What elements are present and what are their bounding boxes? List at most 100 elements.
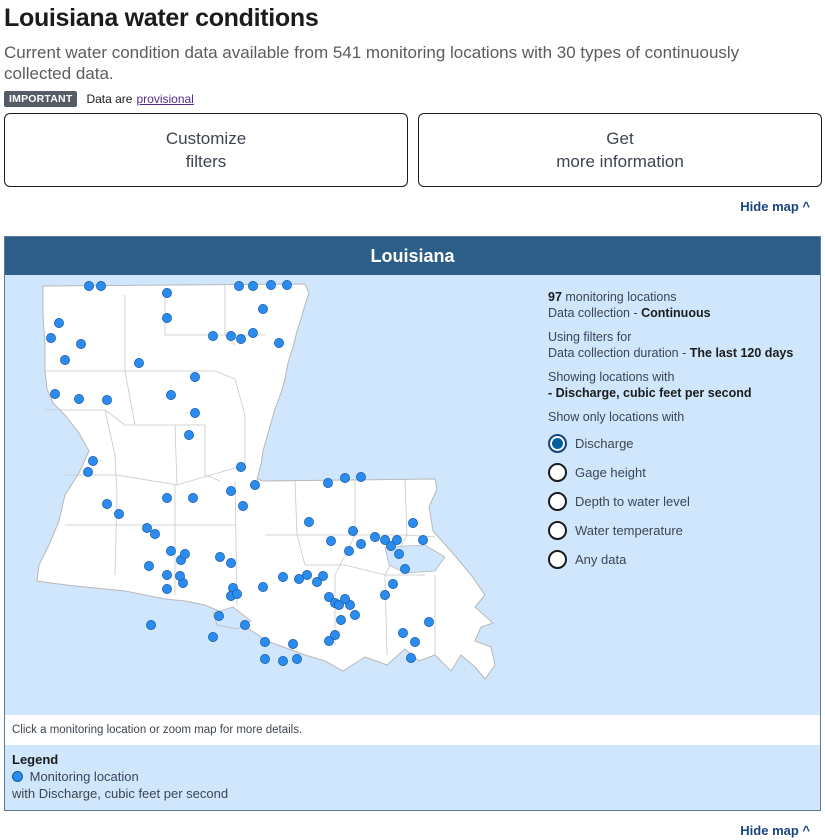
monitoring-location-marker[interactable] — [388, 579, 398, 589]
monitoring-location-marker[interactable] — [83, 467, 93, 477]
monitoring-location-marker[interactable] — [234, 281, 244, 291]
louisiana-map[interactable] — [5, 275, 535, 715]
monitoring-location-marker[interactable] — [323, 478, 333, 488]
monitoring-location-marker[interactable] — [350, 610, 360, 620]
monitoring-location-marker[interactable] — [424, 617, 434, 627]
monitoring-location-marker[interactable] — [134, 358, 144, 368]
monitoring-location-marker[interactable] — [340, 594, 350, 604]
radio-gage-height[interactable]: Gage height — [548, 458, 820, 487]
monitoring-location-marker[interactable] — [274, 338, 284, 348]
monitoring-location-marker[interactable] — [240, 620, 250, 630]
radio-depth-to-water-level[interactable]: Depth to water level — [548, 487, 820, 516]
monitoring-location-marker[interactable] — [180, 549, 190, 559]
radio-water-temperature[interactable]: Water temperature — [548, 516, 820, 545]
monitoring-location-marker[interactable] — [380, 590, 390, 600]
monitoring-location-marker[interactable] — [162, 313, 172, 323]
monitoring-location-marker[interactable] — [398, 628, 408, 638]
monitoring-location-marker[interactable] — [238, 501, 248, 511]
monitoring-location-marker[interactable] — [96, 281, 106, 291]
monitoring-location-marker[interactable] — [232, 589, 242, 599]
monitoring-location-marker[interactable] — [76, 339, 86, 349]
monitoring-location-marker[interactable] — [46, 333, 56, 343]
monitoring-location-marker[interactable] — [236, 334, 246, 344]
more-information-button[interactable]: Get more information — [418, 113, 822, 187]
monitoring-location-marker[interactable] — [236, 462, 246, 472]
monitoring-location-marker[interactable] — [54, 318, 64, 328]
monitoring-location-marker[interactable] — [150, 529, 160, 539]
monitoring-location-marker[interactable] — [410, 637, 420, 647]
monitoring-location-marker[interactable] — [250, 480, 260, 490]
monitoring-location-marker[interactable] — [208, 331, 218, 341]
monitoring-location-marker[interactable] — [248, 281, 258, 291]
customize-filters-button[interactable]: Customize filters — [4, 113, 408, 187]
monitoring-location-marker[interactable] — [330, 630, 340, 640]
provisional-link[interactable]: provisional — [136, 92, 193, 106]
radio-button[interactable] — [548, 521, 567, 540]
monitoring-location-marker[interactable] — [288, 639, 298, 649]
monitoring-location-marker[interactable] — [166, 390, 176, 400]
monitoring-location-marker[interactable] — [208, 632, 218, 642]
hide-map-link-bottom[interactable]: Hide map ^ — [740, 823, 810, 838]
monitoring-location-marker[interactable] — [175, 571, 185, 581]
monitoring-location-marker[interactable] — [142, 523, 152, 533]
monitoring-location-marker[interactable] — [258, 582, 268, 592]
monitoring-location-marker[interactable] — [162, 584, 172, 594]
monitoring-location-marker[interactable] — [260, 637, 270, 647]
monitoring-location-marker[interactable] — [146, 620, 156, 630]
monitoring-location-marker[interactable] — [292, 654, 302, 664]
radio-button[interactable] — [548, 463, 567, 482]
monitoring-location-marker[interactable] — [190, 372, 200, 382]
monitoring-location-marker[interactable] — [278, 572, 288, 582]
monitoring-location-marker[interactable] — [304, 517, 314, 527]
monitoring-location-marker[interactable] — [188, 493, 198, 503]
monitoring-location-marker[interactable] — [226, 486, 236, 496]
monitoring-location-marker[interactable] — [226, 558, 236, 568]
monitoring-location-marker[interactable] — [84, 281, 94, 291]
monitoring-location-marker[interactable] — [258, 304, 268, 314]
monitoring-location-marker[interactable] — [370, 532, 380, 542]
monitoring-location-marker[interactable] — [326, 536, 336, 546]
map-area[interactable]: 97 monitoring locations Data collection … — [5, 275, 820, 715]
monitoring-location-marker[interactable] — [226, 331, 236, 341]
monitoring-location-marker[interactable] — [214, 611, 224, 621]
monitoring-location-marker[interactable] — [418, 535, 428, 545]
monitoring-location-marker[interactable] — [408, 518, 418, 528]
radio-button-checked[interactable] — [548, 434, 567, 453]
monitoring-location-marker[interactable] — [60, 355, 70, 365]
monitoring-location-marker[interactable] — [394, 549, 404, 559]
monitoring-location-marker[interactable] — [162, 288, 172, 298]
monitoring-location-marker[interactable] — [336, 615, 346, 625]
monitoring-location-marker[interactable] — [248, 328, 258, 338]
monitoring-location-marker[interactable] — [400, 564, 410, 574]
monitoring-location-marker[interactable] — [278, 656, 288, 666]
monitoring-location-marker[interactable] — [114, 509, 124, 519]
monitoring-location-marker[interactable] — [166, 546, 176, 556]
monitoring-location-marker[interactable] — [312, 577, 322, 587]
monitoring-location-marker[interactable] — [74, 394, 84, 404]
monitoring-location-marker[interactable] — [344, 546, 354, 556]
monitoring-location-marker[interactable] — [102, 499, 112, 509]
monitoring-location-marker[interactable] — [215, 552, 225, 562]
monitoring-location-marker[interactable] — [356, 472, 366, 482]
monitoring-location-marker[interactable] — [348, 526, 358, 536]
monitoring-location-marker[interactable] — [386, 541, 396, 551]
monitoring-location-marker[interactable] — [356, 539, 366, 549]
monitoring-location-marker[interactable] — [162, 493, 172, 503]
monitoring-location-marker[interactable] — [406, 653, 416, 663]
radio-button[interactable] — [548, 492, 567, 511]
monitoring-location-marker[interactable] — [162, 570, 172, 580]
monitoring-location-marker[interactable] — [260, 654, 270, 664]
monitoring-location-marker[interactable] — [184, 430, 194, 440]
radio-discharge[interactable]: Discharge — [548, 429, 820, 458]
radio-any-data[interactable]: Any data — [548, 545, 820, 574]
monitoring-location-marker[interactable] — [102, 395, 112, 405]
monitoring-location-marker[interactable] — [50, 389, 60, 399]
monitoring-location-marker[interactable] — [88, 456, 98, 466]
radio-button[interactable] — [548, 550, 567, 569]
monitoring-location-marker[interactable] — [340, 473, 350, 483]
monitoring-location-marker[interactable] — [282, 280, 292, 290]
monitoring-location-marker[interactable] — [266, 280, 276, 290]
monitoring-location-marker[interactable] — [302, 570, 312, 580]
monitoring-location-marker[interactable] — [144, 561, 154, 571]
monitoring-location-marker[interactable] — [190, 408, 200, 418]
